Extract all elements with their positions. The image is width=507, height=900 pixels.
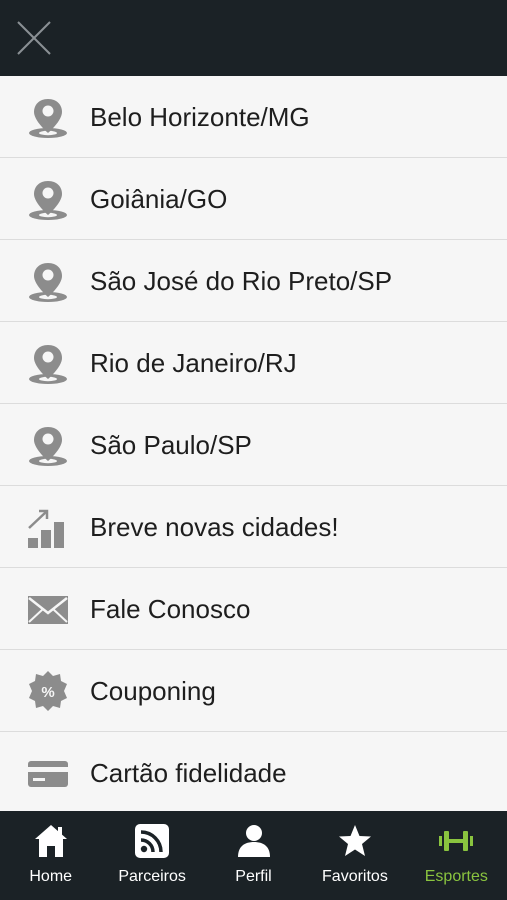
close-icon [17,21,51,55]
star-icon [337,823,373,859]
tab-label: Home [29,868,73,885]
tab-label: Esportes [424,868,488,885]
dumbbell-icon [438,823,474,859]
tab-home[interactable]: Home [0,811,101,900]
rss-icon [134,823,170,859]
percent-badge-icon: % [26,670,70,714]
menu-item-goiania[interactable]: Goiânia/GO [0,158,507,240]
menu-item-label: Goiânia/GO [90,184,228,214]
menu-item-new-cities[interactable]: Breve novas cidades! [0,486,507,568]
tab-parceiros[interactable]: Parceiros [101,811,202,900]
svg-text:%: % [41,684,54,701]
menu-item-label: Couponing [90,676,216,706]
menu-item-sao-paulo[interactable]: São Paulo/SP [0,404,507,486]
menu-item-label: Fale Conosco [90,594,251,624]
menu-item-label: Rio de Janeiro/RJ [90,348,297,378]
tab-label: Perfil [235,868,272,885]
map-pin-icon [26,424,70,468]
map-pin-icon [26,96,70,140]
close-menu-button[interactable] [14,18,54,58]
map-pin-icon [26,178,70,222]
map-pin-icon [26,342,70,386]
home-icon [33,823,69,859]
envelope-icon [26,588,70,632]
menu-item-label: Belo Horizonte/MG [90,102,310,132]
tab-esportes[interactable]: Esportes [406,811,507,900]
menu-item-label: Cartão fidelidade [90,758,287,788]
tab-perfil[interactable]: Perfil [203,811,304,900]
menu-item-belo-horizonte[interactable]: Belo Horizonte/MG [0,76,507,158]
map-pin-icon [26,260,70,304]
side-menu: Belo Horizonte/MG Goiânia/GO São José do… [0,76,507,811]
user-icon [236,823,272,859]
menu-item-couponing[interactable]: % Couponing [0,650,507,732]
menu-item-label: Breve novas cidades! [90,512,339,542]
menu-item-label: São Paulo/SP [90,430,252,460]
menu-item-rio-de-janeiro[interactable]: Rio de Janeiro/RJ [0,322,507,404]
growth-chart-icon [26,506,70,550]
menu-item-label: São José do Rio Preto/SP [90,266,393,296]
tab-label: Favoritos [322,868,388,885]
top-bar [0,0,507,76]
menu-item-loyalty-card[interactable]: Cartão fidelidade [0,732,507,811]
tab-favoritos[interactable]: Favoritos [304,811,405,900]
bottom-tab-bar: Home Parceiros Perfil Favoritos Esportes [0,811,507,900]
menu-item-sao-jose-do-rio-preto[interactable]: São José do Rio Preto/SP [0,240,507,322]
credit-card-icon [26,752,70,796]
menu-item-contact[interactable]: Fale Conosco [0,568,507,650]
tab-label: Parceiros [118,868,186,885]
